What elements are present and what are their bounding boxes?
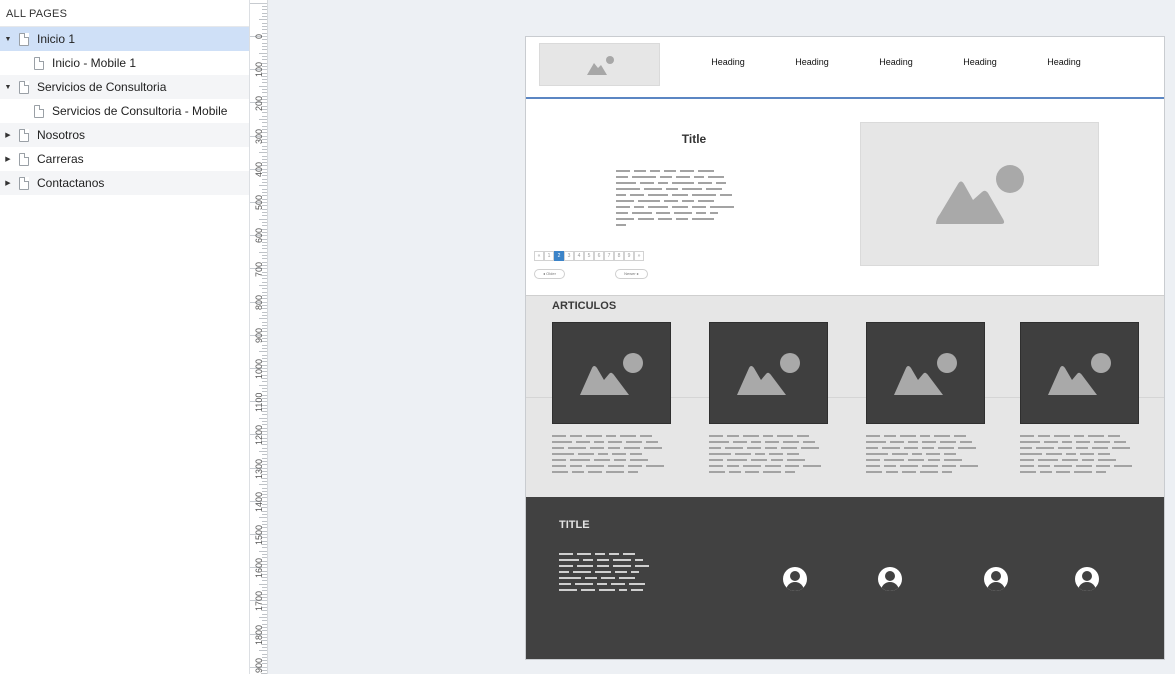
ruler-label: 1600 — [254, 558, 264, 579]
nav-heading-5[interactable]: Heading — [1034, 57, 1094, 67]
ruler-label: 1000 — [254, 358, 264, 379]
nav-heading-1[interactable]: Heading — [698, 57, 758, 67]
nav-heading-4[interactable]: Heading — [950, 57, 1010, 67]
nav-heading-2[interactable]: Heading — [782, 57, 842, 67]
page-label: Servicios de Consultoria — [37, 80, 167, 94]
ruler-label: 1100 — [254, 392, 264, 413]
ruler-label: 600 — [254, 228, 264, 244]
ruler-label: 300 — [254, 128, 264, 144]
hero-image-placeholder[interactable] — [860, 122, 1099, 266]
ruler-label: 500 — [254, 195, 264, 211]
ruler-label: 400 — [254, 162, 264, 178]
page-button[interactable]: 8 — [614, 251, 624, 261]
footer-paragraph-placeholder[interactable] — [559, 553, 677, 595]
ruler-label: 1400 — [254, 491, 264, 512]
image-placeholder-icon — [587, 56, 614, 75]
page-label: Inicio - Mobile 1 — [52, 56, 137, 70]
header-divider — [526, 97, 1164, 99]
vertical-ruler: 0 100 200 300 400 500 600 700 800 900 1000 1100 1200… — [250, 0, 268, 674]
footer-section[interactable]: TITLE — [526, 497, 1164, 659]
article-image-placeholder[interactable] — [552, 322, 671, 424]
all-pages-header: ALL PAGES — [0, 0, 249, 27]
page-item-carreras[interactable]: ▶ Carreras — [0, 147, 249, 171]
image-placeholder-icon — [737, 353, 800, 395]
page-item-servicios-mobile[interactable]: Servicios de Consultoria - Mobile — [0, 99, 249, 123]
pagination: «1 2 3 4 5 6 7 8 9» — [534, 251, 644, 261]
page-button[interactable]: 2 — [554, 251, 564, 261]
hero-title[interactable]: Title — [666, 132, 722, 146]
page-icon — [19, 128, 29, 142]
article-image-placeholder[interactable] — [709, 322, 828, 424]
page-button[interactable]: « — [534, 251, 544, 261]
ruler-label: 100 — [254, 62, 264, 78]
ruler-label: 1200 — [254, 425, 264, 446]
page-button[interactable]: 5 — [584, 251, 594, 261]
page-label: Carreras — [37, 152, 84, 166]
articles-section[interactable]: ARTICULOS — [526, 295, 1164, 497]
ruler-label: 1900 — [254, 657, 264, 674]
page-icon — [19, 80, 29, 94]
page-button[interactable]: 3 — [564, 251, 574, 261]
page-button[interactable]: 6 — [594, 251, 604, 261]
avatar-icon[interactable] — [783, 567, 807, 591]
article-text-placeholder[interactable] — [1020, 435, 1139, 477]
hero-paragraph-placeholder[interactable] — [616, 170, 776, 230]
footer-title[interactable]: TITLE — [559, 519, 590, 531]
page-icon — [34, 104, 44, 118]
page-icon — [34, 56, 44, 70]
page-button[interactable]: » — [634, 251, 644, 261]
image-placeholder-icon — [894, 353, 957, 395]
nav-heading-3[interactable]: Heading — [866, 57, 926, 67]
image-placeholder-icon — [580, 353, 643, 395]
page-icon — [19, 176, 29, 190]
ruler-label: 0 — [254, 33, 264, 39]
ruler-label: 1800 — [254, 624, 264, 645]
avatar-icon[interactable] — [878, 567, 902, 591]
page-item-inicio-1[interactable]: ▼ Inicio 1 — [0, 27, 249, 51]
ruler-label: 200 — [254, 95, 264, 111]
ruler-label: 800 — [254, 294, 264, 310]
page-icon — [19, 32, 29, 46]
ruler-label: 1700 — [254, 591, 264, 612]
pages-panel: ALL PAGES ▼ Inicio 1 Inicio - Mobile 1 ▼… — [0, 0, 250, 674]
article-text-placeholder[interactable] — [709, 435, 828, 477]
ruler-label: 1500 — [254, 524, 264, 545]
page-item-inicio-mobile-1[interactable]: Inicio - Mobile 1 — [0, 51, 249, 75]
articles-title[interactable]: ARTICULOS — [552, 300, 616, 312]
ruler-label: 1300 — [254, 458, 264, 479]
page-item-contactanos[interactable]: ▶ Contactanos — [0, 171, 249, 195]
page-button[interactable]: 4 — [574, 251, 584, 261]
page-button[interactable]: 7 — [604, 251, 614, 261]
newer-button[interactable]: Newer ▸ — [615, 269, 648, 279]
expand-caret-icon[interactable]: ▶ — [1, 171, 15, 195]
ruler-label: 700 — [254, 261, 264, 277]
page-label: Inicio 1 — [37, 32, 76, 46]
page-item-servicios[interactable]: ▼ Servicios de Consultoria — [0, 75, 249, 99]
article-image-placeholder[interactable] — [866, 322, 985, 424]
image-placeholder-icon — [936, 165, 1024, 224]
logo-image-placeholder[interactable] — [539, 43, 660, 86]
page-label: Nosotros — [37, 128, 86, 142]
collapse-caret-icon[interactable]: ▼ — [1, 75, 15, 99]
article-image-placeholder[interactable] — [1020, 322, 1139, 424]
page-label: Servicios de Consultoria - Mobile — [52, 104, 228, 118]
page-button[interactable]: 9 — [624, 251, 634, 261]
expand-caret-icon[interactable]: ▶ — [1, 123, 15, 147]
article-text-placeholder[interactable] — [866, 435, 985, 477]
page-icon — [19, 152, 29, 166]
collapse-caret-icon[interactable]: ▼ — [1, 27, 15, 51]
avatar-icon[interactable] — [984, 567, 1008, 591]
page-item-nosotros[interactable]: ▶ Nosotros — [0, 123, 249, 147]
wireframe-artboard[interactable]: Heading Heading Heading Heading Heading … — [525, 36, 1165, 660]
image-placeholder-icon — [1048, 353, 1111, 395]
page-button[interactable]: 1 — [544, 251, 554, 261]
article-text-placeholder[interactable] — [552, 435, 671, 477]
older-button[interactable]: ◂ Older — [534, 269, 565, 279]
avatar-icon[interactable] — [1075, 567, 1099, 591]
page-label: Contactanos — [37, 176, 105, 190]
ruler-label: 900 — [254, 328, 264, 344]
expand-caret-icon[interactable]: ▶ — [1, 147, 15, 171]
